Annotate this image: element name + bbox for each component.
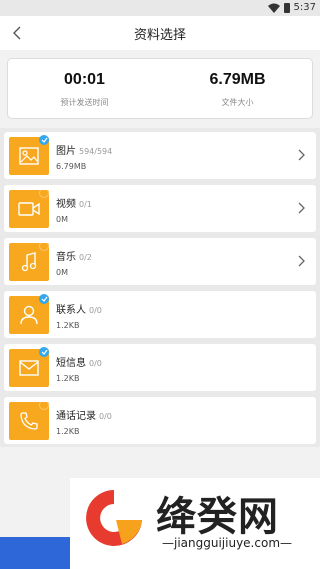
- checked-icon[interactable]: [39, 135, 49, 145]
- item-size: 1.2KB: [56, 321, 80, 330]
- send-button[interactable]: [0, 537, 70, 569]
- item-count: 0/1: [79, 200, 92, 209]
- summary-card: 00:01 预计发送时间 6.79MB 文件大小: [7, 58, 313, 119]
- chevron-right-icon[interactable]: [296, 202, 306, 214]
- item-title: 短信息 0/0: [56, 354, 102, 369]
- list-item-music[interactable]: 音乐 0/2 0M: [4, 238, 316, 285]
- estimated-time: 00:01 预计发送时间: [8, 71, 161, 108]
- status-bar: 5:37: [0, 0, 320, 16]
- estimated-time-value: 00:01: [64, 71, 105, 88]
- item-title: 联系人 0/0: [56, 301, 102, 316]
- item-size: 0M: [56, 268, 68, 277]
- watermark-url: —jiangguijiuye.com—: [162, 536, 293, 550]
- item-name: 联系人: [56, 305, 86, 316]
- image-icon: [19, 147, 39, 165]
- watermark-text: 绛癸网: [156, 494, 279, 540]
- estimated-time-label: 预计发送时间: [60, 98, 109, 107]
- list-item-videos[interactable]: 视频 0/1 0M: [4, 185, 316, 232]
- unchecked-icon[interactable]: [39, 400, 49, 410]
- page-title: 资料选择: [133, 28, 186, 43]
- file-size-label: 文件大小: [221, 98, 254, 107]
- status-time: 5:37: [293, 2, 316, 13]
- item-size: 6.79MB: [56, 162, 87, 171]
- app-header: 资料选择: [0, 16, 320, 50]
- item-name: 音乐: [56, 252, 76, 263]
- list-item-messages[interactable]: 短信息 0/0 1.2KB: [4, 344, 316, 391]
- data-type-list: 图片 594/594 6.79MB 视频 0/1 0M 音乐 0/2 0M 联系…: [0, 128, 320, 447]
- item-name: 图片: [56, 146, 76, 157]
- message-icon: [19, 360, 39, 376]
- item-size: 1.2KB: [56, 374, 80, 383]
- video-icon: [18, 202, 40, 216]
- item-count: 0/0: [89, 359, 102, 368]
- item-title: 通话记录 0/0: [56, 407, 112, 422]
- item-size: 0M: [56, 215, 68, 224]
- music-icon: [21, 252, 37, 272]
- checked-icon[interactable]: [39, 347, 49, 357]
- item-size: 1.2KB: [56, 427, 80, 436]
- item-title: 音乐 0/2: [56, 248, 92, 263]
- contact-icon: [20, 305, 38, 325]
- chevron-right-icon[interactable]: [296, 149, 306, 161]
- watermark: 绛癸网 —jiangguijiuye.com—: [70, 478, 320, 569]
- item-name: 视频: [56, 199, 76, 210]
- item-count: 0/0: [99, 412, 112, 421]
- item-count: 594/594: [79, 147, 113, 156]
- unchecked-icon[interactable]: [39, 241, 49, 251]
- list-item-images[interactable]: 图片 594/594 6.79MB: [4, 132, 316, 179]
- status-icons: 5:37: [267, 2, 316, 13]
- item-title: 视频 0/1: [56, 195, 92, 210]
- wifi-icon: [267, 3, 280, 13]
- item-name: 短信息: [56, 358, 86, 369]
- watermark-logo-icon: [86, 490, 142, 546]
- item-title: 图片 594/594: [56, 142, 112, 157]
- item-count: 0/2: [79, 253, 92, 262]
- battery-icon: [283, 2, 290, 13]
- checked-icon[interactable]: [39, 294, 49, 304]
- chevron-right-icon[interactable]: [296, 255, 306, 267]
- item-name: 通话记录: [56, 411, 96, 422]
- file-size-value: 6.79MB: [209, 71, 266, 88]
- item-count: 0/0: [89, 306, 102, 315]
- unchecked-icon[interactable]: [39, 188, 49, 198]
- phone-icon: [20, 412, 38, 430]
- list-item-call-log[interactable]: 通话记录 0/0 1.2KB: [4, 397, 316, 444]
- file-size: 6.79MB 文件大小: [161, 71, 314, 108]
- list-item-contacts[interactable]: 联系人 0/0 1.2KB: [4, 291, 316, 338]
